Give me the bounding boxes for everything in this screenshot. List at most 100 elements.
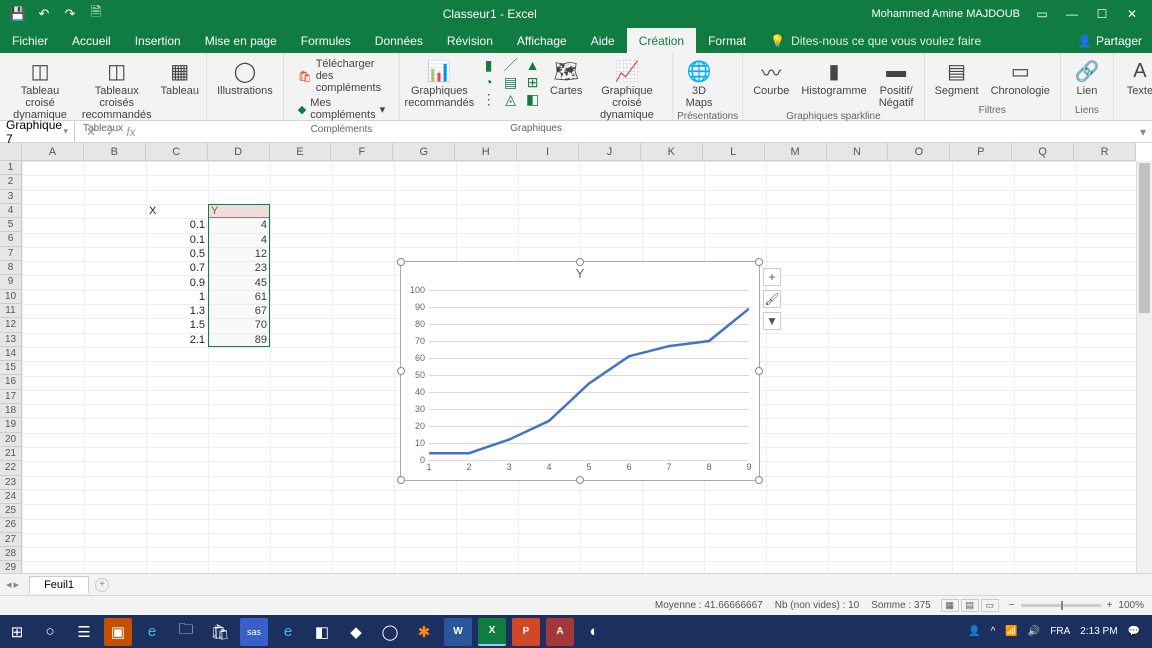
redo-icon[interactable]: ↷ [58,2,82,26]
chart-styles-button[interactable]: 🖌 [763,290,781,308]
tray-notifications-icon[interactable]: 💬 [1128,626,1140,637]
hier-icon[interactable]: ▤ [501,74,521,90]
sheet-nav-next-icon[interactable]: ▸ [14,578,20,591]
chrome-icon[interactable]: ◯ [376,618,404,646]
row-header[interactable]: 27 [0,533,22,547]
maximize-icon[interactable]: ☐ [1088,2,1116,26]
add-sheet-button[interactable]: + [95,578,109,592]
surface-icon[interactable]: ◬ [501,91,521,107]
task-view-icon[interactable]: ☰ [70,618,98,646]
cancel-icon[interactable]: ✕ [83,125,99,139]
stat-icon[interactable]: ⊞ [523,74,543,90]
row-header[interactable]: 26 [0,518,22,532]
col-header[interactable]: B [84,143,146,161]
name-box[interactable]: Graphique 7 ▾ [0,121,75,142]
scrollbar-thumb[interactable] [1139,163,1150,313]
link-button[interactable]: 🔗Lien [1065,55,1109,99]
pie-icon[interactable]: ◔ [479,74,499,90]
share-button[interactable]: 👤 Partager [1067,34,1152,48]
word-icon[interactable]: W [444,618,472,646]
cell[interactable]: 0.9 [146,275,208,289]
3d-maps-button[interactable]: 🌐3D Maps [677,55,721,111]
fx-icon[interactable]: fx [123,125,139,139]
bar-chart-icon[interactable]: ▮ [479,57,499,73]
app-icon[interactable]: ◧ [308,618,336,646]
recommended-charts-button[interactable]: 📊Graphiques recommandés [404,55,474,111]
chart-resize-handle[interactable] [755,367,763,375]
chart-resize-handle[interactable] [397,476,405,484]
sparkline-line-button[interactable]: 〰Courbe [747,55,795,99]
search-icon[interactable]: ○ [36,618,64,646]
pagebreak-view-icon[interactable]: ▭ [981,599,999,612]
app-icon[interactable]: ◐ [580,618,608,646]
row-header[interactable]: 20 [0,433,22,447]
tab-mise-en-page[interactable]: Mise en page [193,28,289,53]
chart-elements-button[interactable]: + [763,268,781,286]
tab-creation[interactable]: Création [627,28,696,53]
close-icon[interactable]: ✕ [1118,2,1146,26]
cell[interactable]: 0.7 [146,261,208,275]
chart-series-line[interactable] [429,309,749,454]
pivot-chart-button[interactable]: 📈Graphique croisé dynamique [586,55,668,123]
table-button[interactable]: ▦Tableau [157,55,202,99]
tell-me[interactable]: 💡 Dites-nous ce que vous voulez faire [758,34,981,48]
cell[interactable]: 1 [146,290,208,304]
ie-icon[interactable]: e [274,618,302,646]
enter-icon[interactable]: ✓ [103,125,119,139]
row-header[interactable]: 9 [0,275,22,289]
row-header[interactable]: 8 [0,261,22,275]
combo-icon[interactable]: ◧ [523,91,543,107]
zoom-slider[interactable] [1021,604,1101,607]
app-icon[interactable]: ✱ [410,618,438,646]
sparkline-winloss-button[interactable]: ▬Positif/ Négatif [873,55,920,111]
row-header[interactable]: 14 [0,347,22,361]
cell[interactable]: 1.3 [146,304,208,318]
col-header[interactable]: I [517,143,579,161]
cell[interactable]: X [146,204,208,218]
undo-icon[interactable]: ↶ [32,2,56,26]
save-icon[interactable]: 💾 [6,2,30,26]
col-header[interactable]: M [765,143,827,161]
row-header[interactable]: 12 [0,318,22,332]
col-header[interactable]: D [208,143,270,161]
tray-lang[interactable]: FRA [1050,626,1070,637]
zoom-out-icon[interactable]: − [1009,600,1015,611]
chart-resize-handle[interactable] [755,258,763,266]
file-explorer-icon[interactable]: 🗀 [172,618,200,646]
row-header[interactable]: 28 [0,547,22,561]
row-header[interactable]: 24 [0,490,22,504]
sparkline-column-button[interactable]: ▮Histogramme [795,55,872,99]
powerpoint-icon[interactable]: P [512,618,540,646]
col-header[interactable]: Q [1012,143,1074,161]
tab-aide[interactable]: Aide [579,28,627,53]
app-icon[interactable]: ▣ [104,618,132,646]
pagelayout-view-icon[interactable]: ▤ [961,599,979,612]
select-all-corner[interactable] [0,143,22,161]
text-button[interactable]: ATexte [1118,55,1152,99]
col-header[interactable]: L [703,143,765,161]
tab-formules[interactable]: Formules [289,28,363,53]
sheet-nav-prev-icon[interactable]: ◂ [6,578,12,591]
row-header[interactable]: 10 [0,290,22,304]
cell[interactable]: 0.1 [146,233,208,247]
chart-resize-handle[interactable] [576,258,584,266]
tab-insertion[interactable]: Insertion [123,28,193,53]
chart-plot-area[interactable]: 0102030405060708090100123456789 [429,290,749,460]
col-header[interactable]: A [22,143,84,161]
row-header[interactable]: 22 [0,461,22,475]
row-header[interactable]: 29 [0,561,22,573]
cell[interactable]: 2.1 [146,333,208,347]
chart-object[interactable]: Y 0102030405060708090100123456789 + 🖌 ▼ [400,261,760,481]
chart-resize-handle[interactable] [755,476,763,484]
row-header[interactable]: 18 [0,404,22,418]
scatter-icon[interactable]: ⋮ [479,91,499,107]
timeline-button[interactable]: ▭Chronologie [985,55,1056,99]
app-icon[interactable]: ◆ [342,618,370,646]
tray-volume-icon[interactable]: 🔊 [1028,626,1040,637]
ribbon-display-icon[interactable]: ▭ [1028,2,1056,26]
row-header[interactable]: 5 [0,218,22,232]
maps-button[interactable]: 🗺Cartes [547,55,586,99]
zoom-level[interactable]: 100% [1118,600,1144,611]
row-header[interactable]: 15 [0,361,22,375]
tab-revision[interactable]: Révision [435,28,505,53]
